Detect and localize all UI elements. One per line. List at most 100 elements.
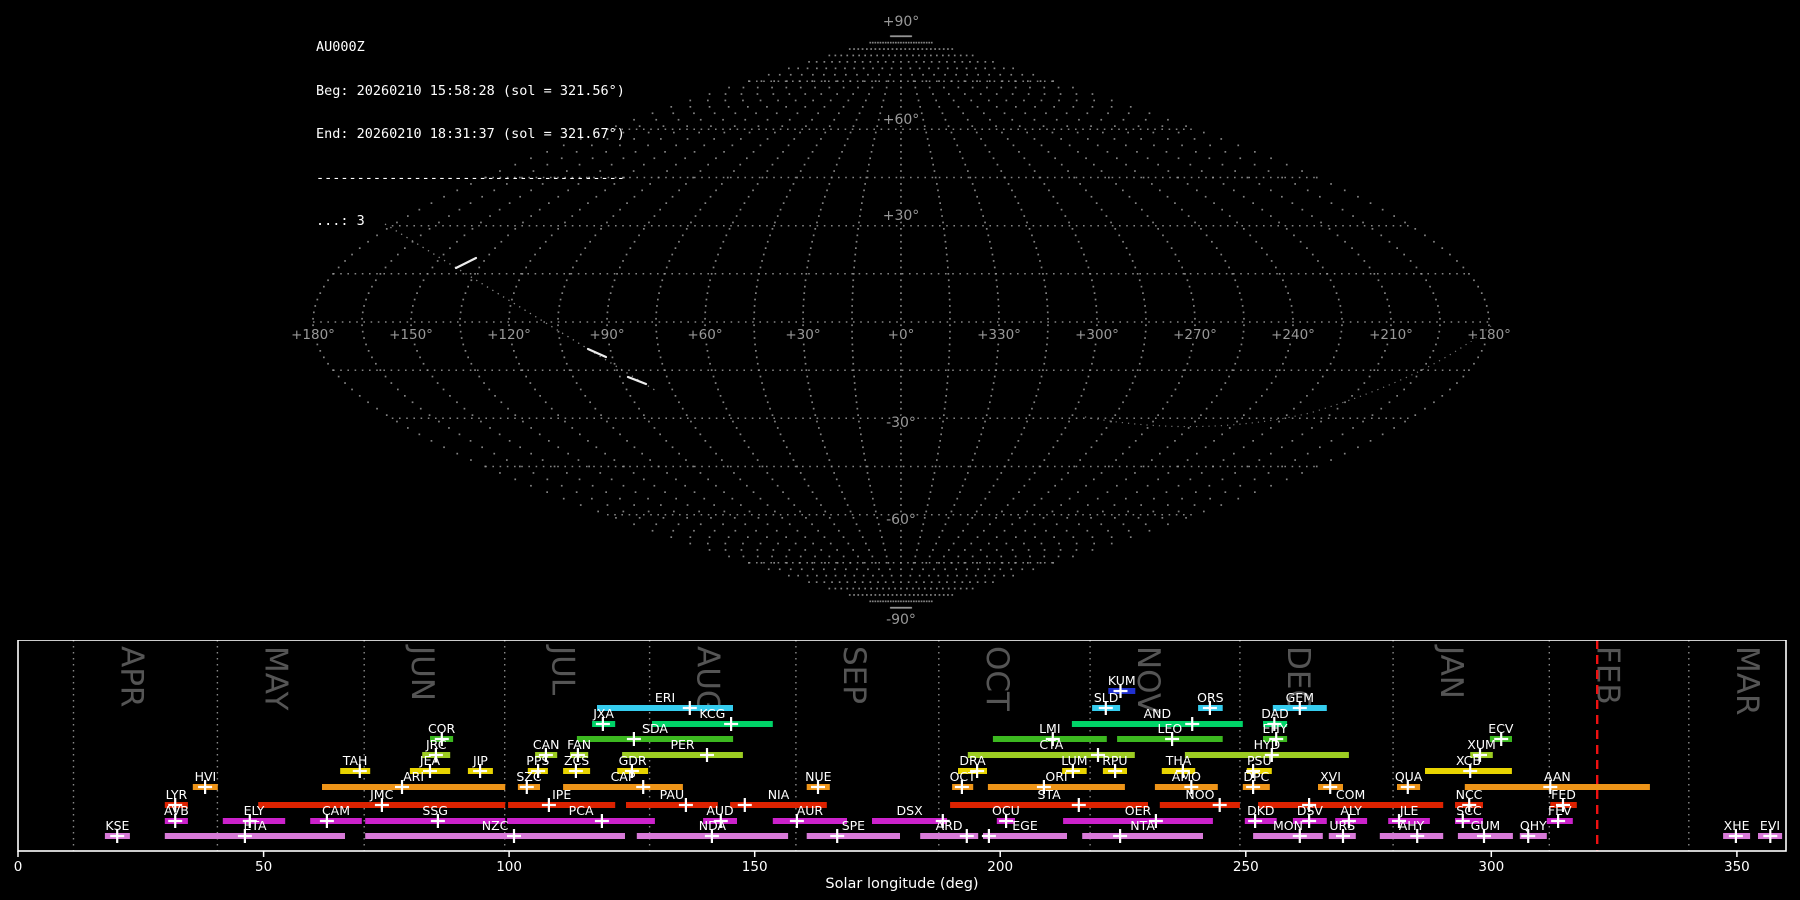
shower-code-label: THA [1165,753,1192,768]
longitude-label: +150° [389,327,433,343]
shower-SLD: SLD [1092,690,1121,715]
shower-code-label: ZCS [564,753,589,768]
month-label: AUG [690,646,726,714]
shower-activity-chart: APR MAY JUN JUL AUG SEP OCT NOV DEC JAN FEB MARKUME… [14,640,1787,892]
shower-code-label: COR [428,721,456,736]
x-tick-label: 350 [1724,859,1750,875]
longitude-label: +120° [487,327,531,343]
shower-STA: STA [950,787,1148,812]
latitude-label: -60° [886,512,916,528]
shower-code-label: CTA [1039,737,1063,752]
shower-code-label: QUA [1395,769,1423,784]
observation-header: AU000Z Beg: 20260210 15:58:28 (sol = 321… [316,11,625,243]
shower-QUA: QUA [1395,769,1423,794]
x-tick-label: 200 [987,859,1013,875]
shower-EVI: EVI [1758,818,1783,843]
longitude-label: +0° [888,327,915,343]
map-reference-lines [384,223,1492,428]
longitude-label: +270° [1173,327,1217,343]
x-axis: 0 50 100 150 200 250 300 350 Solar longitude (de… [14,851,1750,892]
shower-code-label: PCA [569,803,594,818]
month-label: MAY [257,646,293,711]
x-tick-label: 0 [14,859,23,875]
shower-code-label: JRC [425,737,447,752]
shower-FEV: FEV [1546,803,1573,828]
shower-code-label: XUM [1467,737,1496,752]
longitude-label: +240° [1271,327,1315,343]
shower-JMC: JMC [258,787,506,812]
shower-code-label: XVI [1320,769,1341,784]
shower-HVI: HVI [192,769,218,794]
shower-code-label: SLD [1094,690,1119,705]
sky-map: +180° +150° +120° +90° +60° +30° +0° +330° +300°… [289,12,1513,630]
shower-ZCS: ZCS [563,753,591,778]
shower-code-label: KUM [1108,673,1136,688]
station-code: AU000Z [316,39,365,55]
shower-DKD: DKD [1244,803,1277,828]
shower-PAU: PAU [626,787,718,812]
shower-code-label: DRA [959,753,986,768]
shower-code-label: NDA [699,818,727,833]
shower-code-label: OCT [950,769,977,784]
shower-code-label: NIA [768,787,790,802]
shower-code-label: LMI [1039,721,1060,736]
shower-NDA: NDA [636,818,789,843]
shower-code-label: ARD [936,818,963,833]
shower-code-label: DPC [1243,769,1269,784]
longitude-label: +300° [1075,327,1119,343]
month-label: FEB [1589,646,1625,705]
shower-code-label: PPS [526,753,549,768]
shower-code-label: ALY [1340,803,1362,818]
shower-code-label: DAD [1261,706,1289,721]
shower-code-label: SDA [642,721,668,736]
begin-time-line: Beg: 20260210 15:58:28 (sol = 321.56°) [316,82,625,99]
shower-code-label: HVI [195,769,217,784]
shower-code-label: STA [1038,787,1062,802]
shower-NUE: NUE [805,769,832,794]
shower-code-label: LYR [166,787,188,802]
shower-code-label: LEO [1158,721,1183,736]
shower-code-label: JEA [419,753,441,768]
meteor-trail [626,375,648,386]
month-label: OCT [979,646,1015,712]
shower-RPU: RPU [1102,753,1128,778]
shower-code-label: AND [1144,706,1172,721]
shower-AVB: AVB [164,803,189,828]
meteor-trails [454,256,648,386]
shower-code-label: GDR [619,753,647,768]
shower-code-label: JLE [1399,803,1419,818]
shower-code-label: ECV [1488,721,1514,736]
separator-line: -------------------------------------- [316,169,625,186]
shower-code-label: SPE [842,818,865,833]
latitude-label: +60° [883,112,920,128]
shower-code-label: AUR [797,803,824,818]
shower-code-label: ELY [244,803,265,818]
shower-KSE: KSE [104,818,130,843]
shower-ORS: ORS [1197,690,1224,715]
shower-code-label: SZC [516,769,541,784]
shower-code-label: COM [1336,787,1365,802]
shower-code-label: JIP [472,753,488,768]
shower-code-label: FED [1551,787,1576,802]
latitude-label: +30° [883,208,920,224]
x-tick-label: 300 [1478,859,1504,875]
shower-code-label: AVB [164,803,189,818]
shower-TAH: TAH [340,753,371,778]
shower-code-label: ERI [655,690,675,705]
shower-code-label: CAN [533,737,560,752]
month-label: MAR [1729,646,1765,716]
shower-code-label: GUM [1471,818,1501,833]
longitude-label: +330° [977,327,1021,343]
x-tick-label: 150 [742,859,768,875]
shower-code-label: OER [1125,803,1152,818]
shower-OCT: OCT [950,769,977,794]
shower-code-label: EVI [1760,818,1780,833]
shower-code-label: RPU [1102,753,1127,768]
shower-code-label: URS [1329,818,1355,833]
shower-code-label: CAP [611,769,636,784]
shower-code-label: KSE [105,818,129,833]
x-tick-label: 250 [1233,859,1259,875]
shower-code-label: AUD [706,803,733,818]
shower-code-label: JMC [369,787,393,802]
shower-code-label: IPE [552,787,571,802]
